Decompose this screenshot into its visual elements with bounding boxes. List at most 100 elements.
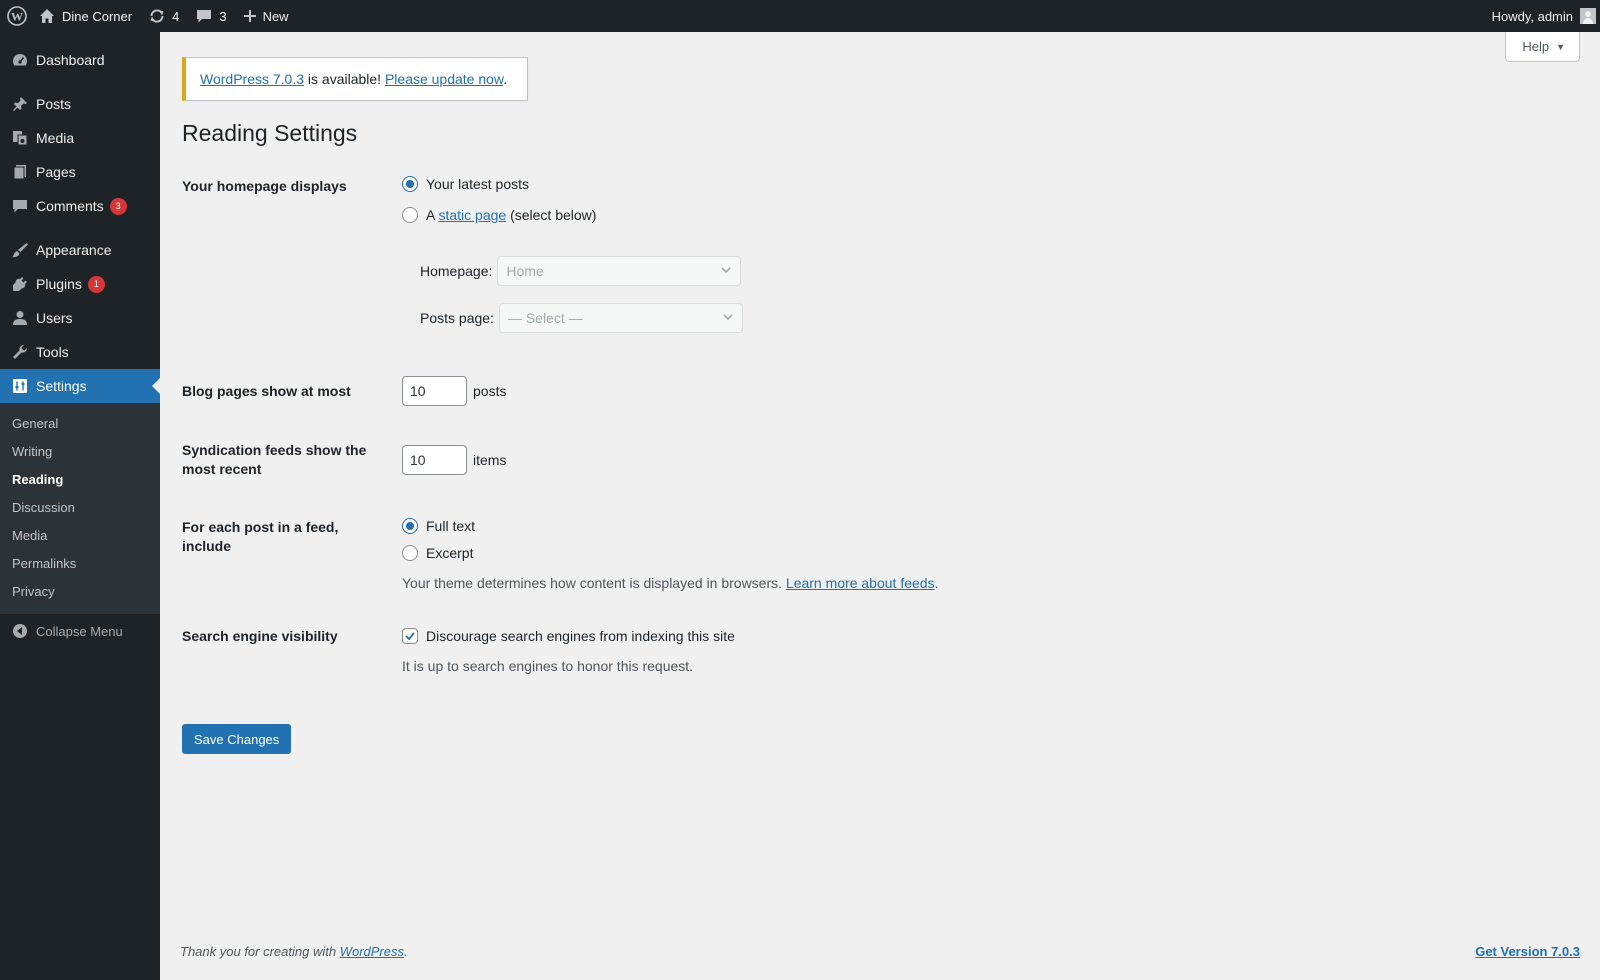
checkmark-icon xyxy=(405,632,415,641)
sidebar-item-dashboard[interactable]: Dashboard xyxy=(0,43,160,77)
sidebar-item-label: Posts xyxy=(36,96,72,112)
blog-pages-label: Blog pages show at most xyxy=(182,383,351,399)
blog-pages-field: 10 posts xyxy=(402,376,506,406)
static-page-link[interactable]: static page xyxy=(438,207,506,223)
pages-icon xyxy=(10,162,30,182)
latest-posts-label: Your latest posts xyxy=(426,176,529,192)
collapse-menu-button[interactable]: Collapse Menu xyxy=(0,614,160,648)
sidebar-item-media[interactable]: Media xyxy=(0,121,160,155)
help-button[interactable]: Help ▼ xyxy=(1505,32,1580,62)
comments-badge: 3 xyxy=(109,197,127,215)
sidebar-item-label: Pages xyxy=(36,164,76,180)
discourage-search-label: Discourage search engines from indexing … xyxy=(426,628,735,644)
learn-more-feeds-link[interactable]: Learn more about feeds xyxy=(786,575,935,591)
posts-page-select-value: — Select — xyxy=(507,310,583,326)
search-visibility-label: Search engine visibility xyxy=(182,628,338,644)
new-label: New xyxy=(262,8,289,24)
discourage-search-option[interactable]: Discourage search engines from indexing … xyxy=(402,628,735,644)
sidebar-item-tools[interactable]: Tools xyxy=(0,335,160,369)
option-static-page[interactable]: A static page (select below) xyxy=(402,207,596,223)
feed-description-text: Your theme determines how content is dis… xyxy=(402,575,786,591)
submenu-item-discussion[interactable]: Discussion xyxy=(0,494,160,522)
full-text-label: Full text xyxy=(426,518,476,534)
discourage-search-checkbox[interactable] xyxy=(402,628,418,644)
sidebar-item-label: Appearance xyxy=(36,242,112,258)
blog-pages-input[interactable]: 10 xyxy=(402,376,467,406)
comments-count: 3 xyxy=(219,8,227,24)
caret-down-icon: ▼ xyxy=(1556,41,1565,52)
main-content: Help ▼ WordPress 7.0.3 is available! Ple… xyxy=(160,32,1600,980)
chevron-down-icon xyxy=(720,263,732,279)
homepage-select-row: Homepage: Home xyxy=(420,256,742,286)
posts-page-select-label: Posts page: xyxy=(420,310,494,326)
howdy-text: Howdy, admin xyxy=(1491,8,1573,24)
help-label: Help xyxy=(1522,39,1550,54)
updates-count: 4 xyxy=(172,8,180,24)
new-content-menu[interactable]: New xyxy=(235,0,297,32)
home-icon xyxy=(39,8,62,24)
static-page-radio[interactable] xyxy=(402,207,418,223)
excerpt-radio[interactable] xyxy=(402,545,418,561)
submenu-item-writing[interactable]: Writing xyxy=(0,438,160,466)
user-icon xyxy=(10,308,30,328)
submenu-item-reading[interactable]: Reading xyxy=(0,466,160,494)
footer-thanks-end: . xyxy=(404,944,408,959)
sidebar-item-label: Users xyxy=(36,310,73,326)
paintbrush-icon xyxy=(10,240,30,260)
chevron-down-icon xyxy=(722,310,734,326)
get-version-link[interactable]: Get Version 7.0.3 xyxy=(1475,944,1580,959)
homepage-select[interactable]: Home xyxy=(497,256,742,286)
settings-submenu: General Writing Reading Discussion Media… xyxy=(0,403,160,614)
notice-text: is available! xyxy=(304,71,385,87)
sidebar-item-plugins[interactable]: Plugins 1 xyxy=(0,267,160,301)
feed-description-end: . xyxy=(934,575,939,591)
blog-pages-unit: posts xyxy=(473,383,507,399)
media-icon xyxy=(10,128,30,148)
admin-sidebar: Dashboard Posts Media Pages Comments 3 A… xyxy=(0,32,160,980)
comment-bubble-icon xyxy=(10,196,30,216)
admin-bar: W Dine Corner 4 3 New Howdy, admin xyxy=(0,0,1600,32)
update-now-link[interactable]: Please update now xyxy=(385,71,503,87)
sidebar-item-appearance[interactable]: Appearance xyxy=(0,233,160,267)
option-latest-posts[interactable]: Your latest posts xyxy=(402,176,529,192)
sidebar-item-settings[interactable]: Settings xyxy=(0,369,160,403)
latest-posts-radio[interactable] xyxy=(402,176,418,192)
feed-include-label: For each post in a feed, include xyxy=(182,519,339,554)
sidebar-item-label: Settings xyxy=(36,378,87,394)
footer-thanks: Thank you for creating with WordPress. xyxy=(180,944,408,959)
submenu-item-privacy[interactable]: Privacy xyxy=(0,578,160,606)
sidebar-item-posts[interactable]: Posts xyxy=(0,87,160,121)
full-text-radio[interactable] xyxy=(402,518,418,534)
posts-page-select[interactable]: — Select — xyxy=(498,303,743,333)
option-excerpt[interactable]: Excerpt xyxy=(402,545,473,561)
sidebar-item-pages[interactable]: Pages xyxy=(0,155,160,189)
syndication-input[interactable]: 10 xyxy=(402,445,467,475)
plus-icon xyxy=(243,9,263,23)
sidebar-item-users[interactable]: Users xyxy=(0,301,160,335)
sidebar-item-comments[interactable]: Comments 3 xyxy=(0,189,160,223)
wordpress-link[interactable]: WordPress xyxy=(340,944,404,959)
updates-icon xyxy=(148,7,166,25)
wordpress-logo-menu[interactable]: W xyxy=(0,0,37,32)
submenu-item-media[interactable]: Media xyxy=(0,522,160,550)
submenu-item-permalinks[interactable]: Permalinks xyxy=(0,550,160,578)
my-account-menu[interactable]: Howdy, admin xyxy=(1484,0,1600,32)
wordpress-version-link[interactable]: WordPress 7.0.3 xyxy=(200,71,304,87)
save-changes-button[interactable]: Save Changes xyxy=(182,724,292,754)
homepage-select-label: Homepage: xyxy=(420,263,493,279)
search-visibility-description: It is up to search engines to honor this… xyxy=(402,658,694,674)
comments-menu[interactable]: 3 xyxy=(187,0,234,32)
dashboard-gauge-icon xyxy=(10,50,30,70)
updates-menu[interactable]: 4 xyxy=(140,0,187,32)
comment-bubble-icon xyxy=(195,7,213,25)
notice-end: . xyxy=(503,71,508,87)
settings-sliders-icon xyxy=(10,376,30,396)
posts-page-select-row: Posts page: — Select — xyxy=(420,303,743,333)
svg-text:W: W xyxy=(11,10,23,24)
avatar xyxy=(1580,8,1596,24)
site-name-menu[interactable]: Dine Corner xyxy=(37,0,140,32)
submenu-item-general[interactable]: General xyxy=(0,410,160,438)
option-full-text[interactable]: Full text xyxy=(402,518,475,534)
collapse-menu-label: Collapse Menu xyxy=(36,623,123,639)
wrench-icon xyxy=(10,342,30,362)
